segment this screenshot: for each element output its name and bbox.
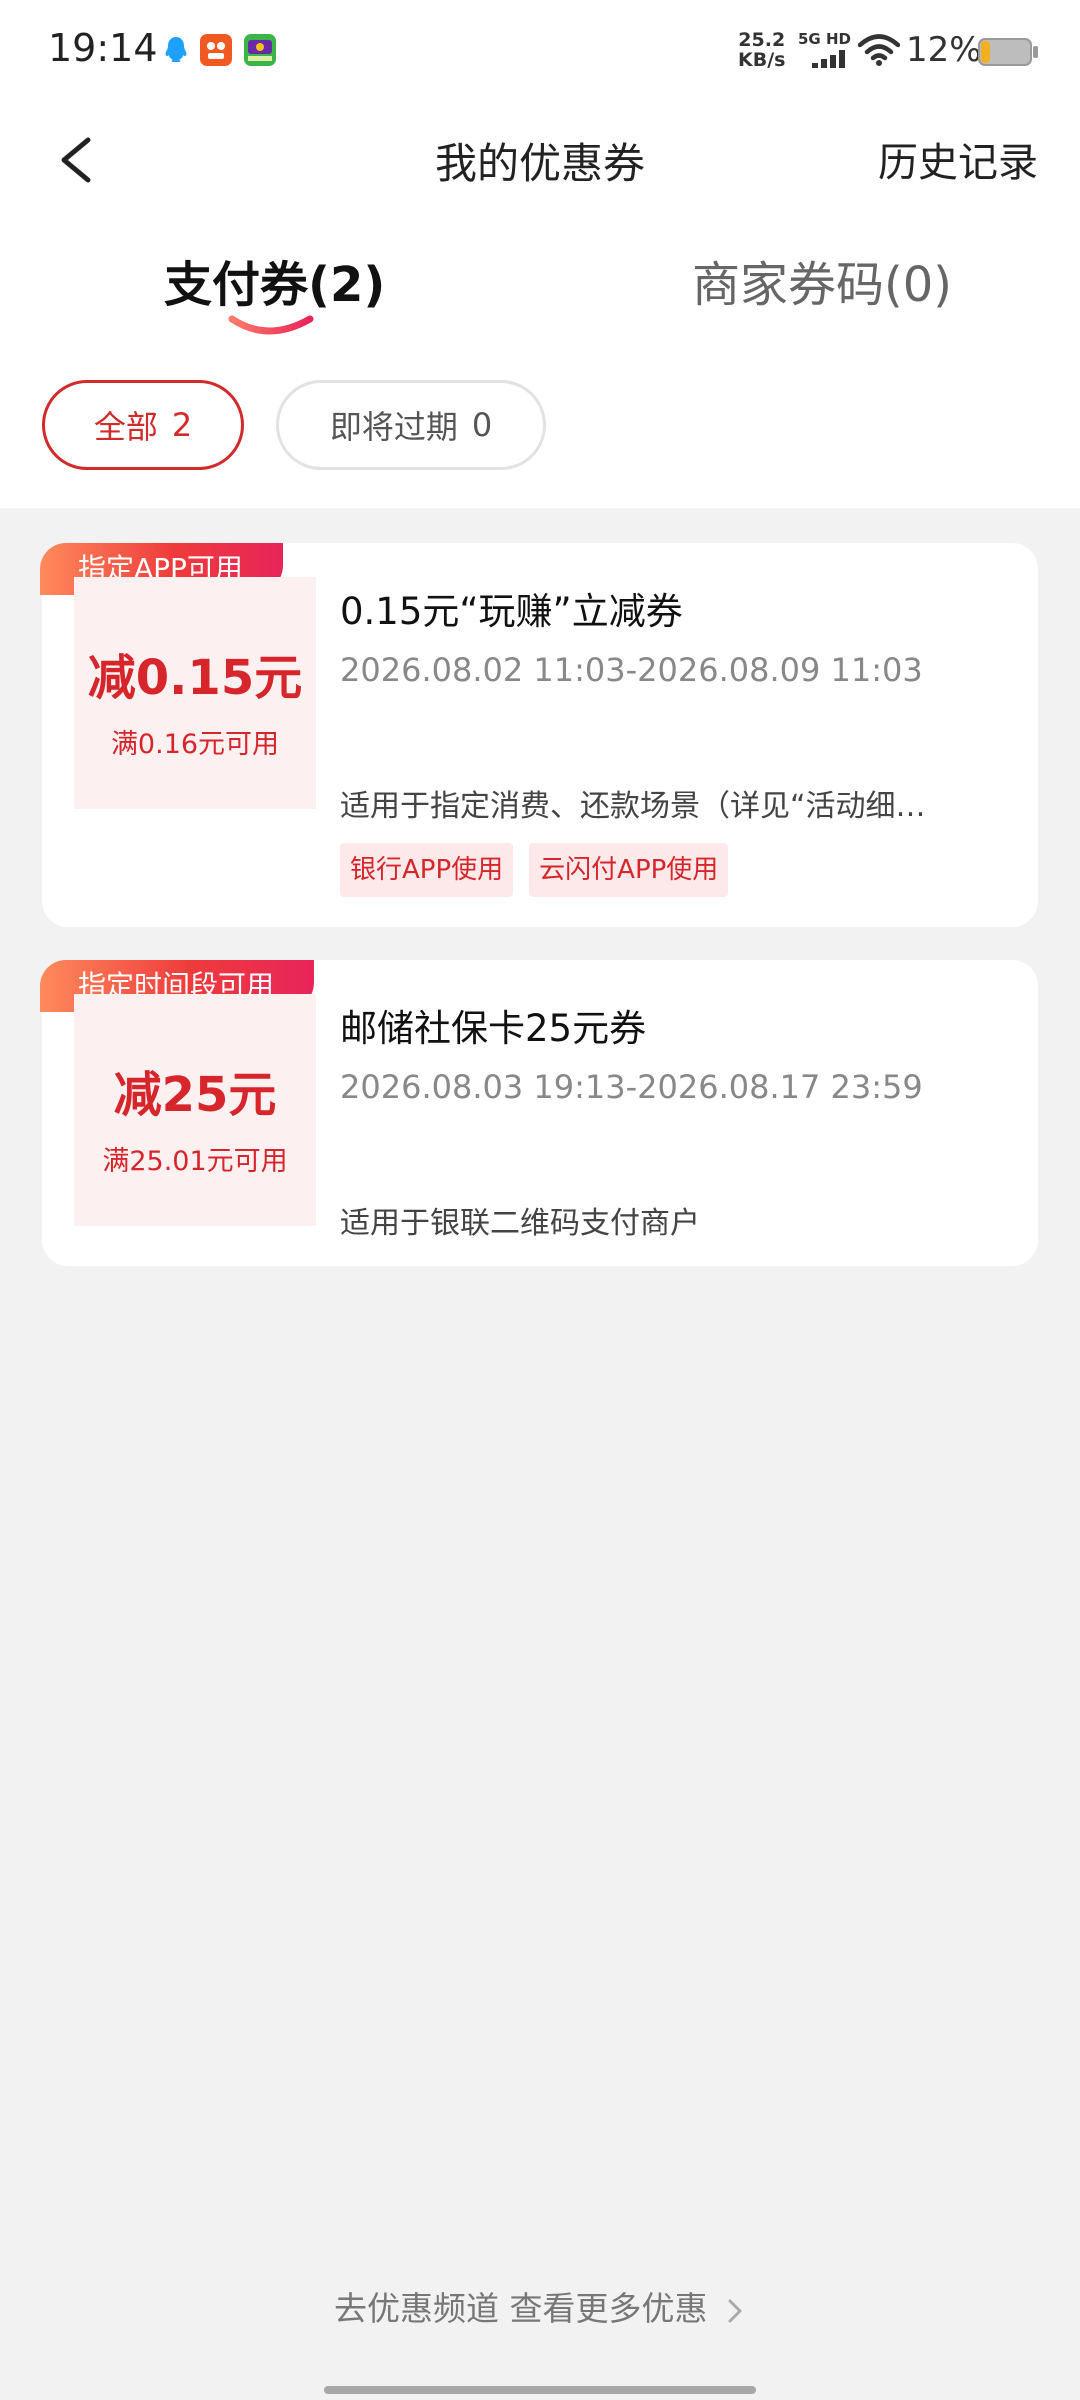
app-orange-icon [200,34,232,66]
tab-active-indicator [228,315,314,335]
battery-tip [1033,46,1038,58]
status-bar: 19:14 25.2 KB/s 5G HD 12% [0,0,1080,100]
coupon-amount-box: 减25元 满25.01元可用 [74,994,316,1226]
qq-icon [160,34,192,66]
coupon-description: 适用于银联二维码支付商户 [340,1206,700,1241]
net-speed: 25.2 KB/s [738,30,785,70]
more-offers-link[interactable]: 去优惠频道 查看更多优惠 [0,2282,1080,2330]
chevron-right-icon [728,2299,742,2322]
coupon-amount: 减25元 [113,1066,277,1123]
battery-percent: 12% [906,30,982,70]
coupon-amount: 减0.15元 [87,649,303,706]
status-time: 19:14 [48,26,158,70]
coupon-tag: 银行APP使用 [340,843,514,897]
filter-expiring-count: 0 [471,406,493,444]
filter-all-chip[interactable]: 全部 2 [42,380,244,470]
coupon-validity: 2026.08.03 19:13-2026.08.17 23:59 [340,1068,923,1106]
filter-all-count: 2 [171,406,193,444]
more-offers-label: 去优惠频道 查看更多优惠 [334,2289,708,2328]
tab-merchant-codes[interactable]: 商家券码(0) [692,245,952,315]
home-indicator[interactable] [324,2386,756,2394]
coupon-card[interactable]: 指定时间段可用 减25元 满25.01元可用 邮储社保卡25元券 2026.08… [40,960,1038,1266]
coupon-condition: 满25.01元可用 [102,1145,288,1177]
wifi-icon [857,34,901,66]
header: 我的优惠券 历史记录 [0,110,1080,230]
coupon-condition: 满0.16元可用 [110,728,280,760]
coupon-description: 适用于指定消费、还款场景（详见“活动细… [340,789,926,824]
app-green-icon [244,34,276,66]
coupon-tag: 云闪付APP使用 [529,843,729,897]
tab-bar: 支付券(2) 商家券码(0) [0,245,1080,355]
net-speed-unit: KB/s [738,49,786,71]
network-label: 5G HD [798,30,851,48]
filter-expiring-label: 即将过期 [329,408,458,446]
filter-expiring-chip[interactable]: 即将过期 0 [276,380,546,470]
coupon-card[interactable]: 指定APP可用 减0.15元 满0.16元可用 0.15元“玩赚”立减券 202… [40,543,1038,927]
coupon-title: 邮储社保卡25元券 [340,1007,647,1050]
net-speed-value: 25.2 [738,29,786,51]
coupon-tags: 银行APP使用 云闪付APP使用 [340,843,729,897]
coupon-amount-box: 减0.15元 满0.16元可用 [74,577,316,809]
cellular-signal-icon: 5G HD [798,30,851,70]
battery-icon [978,38,1032,66]
history-button[interactable]: 历史记录 [878,130,1038,188]
coupon-validity: 2026.08.02 11:03-2026.08.09 11:03 [340,651,923,689]
coupon-title: 0.15元“玩赚”立减券 [340,590,683,633]
tab-payment-coupons[interactable]: 支付券(2) [164,245,385,315]
filter-all-label: 全部 [93,408,158,446]
